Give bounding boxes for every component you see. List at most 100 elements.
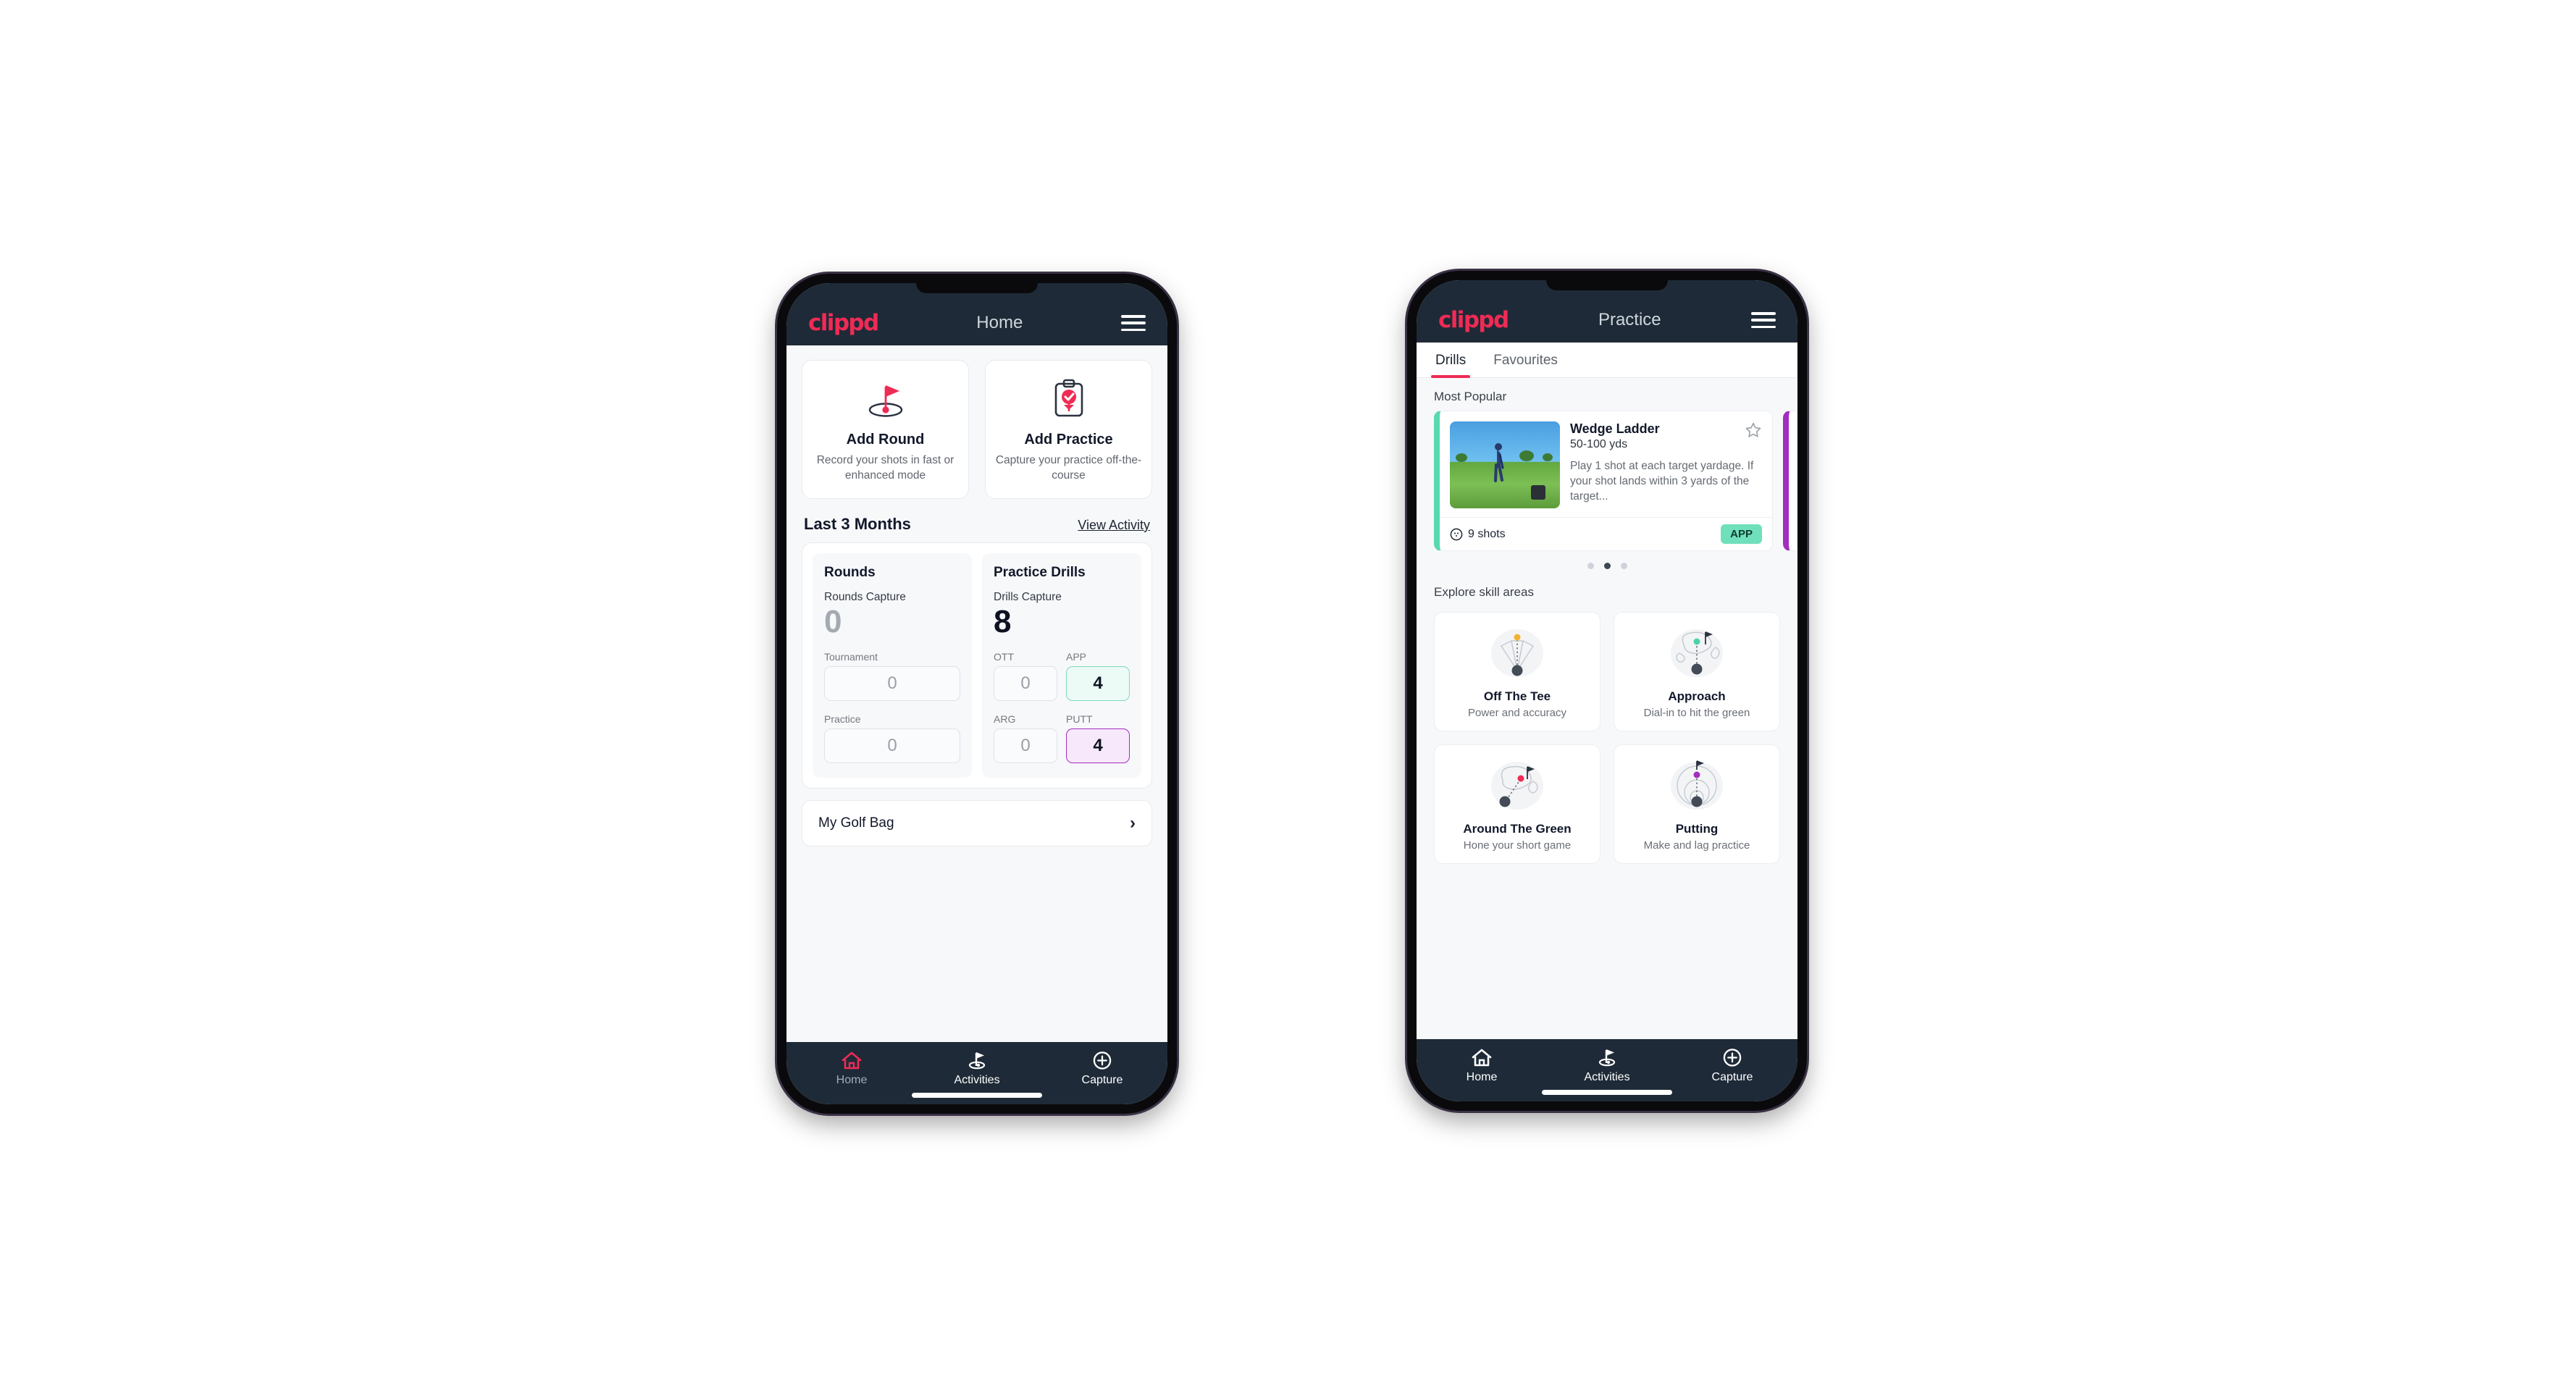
nav-home[interactable]: Home <box>1438 1048 1525 1084</box>
home-icon <box>842 1051 862 1070</box>
my-golf-bag-row[interactable]: My Golf Bag › <box>802 800 1152 847</box>
drill-shots: 9 shots <box>1450 528 1506 541</box>
home-icon <box>1472 1049 1492 1067</box>
nav-capture[interactable]: Capture <box>1059 1051 1146 1087</box>
home-indicator-bar <box>912 1093 1042 1098</box>
device-notch <box>1546 280 1668 290</box>
tournament-field: Tournament 0 <box>824 651 960 702</box>
quick-actions-row: Add Round Record your shots in fast or e… <box>786 345 1167 499</box>
hamburger-menu-icon[interactable] <box>1751 312 1776 328</box>
nav-capture-label: Capture <box>1711 1071 1753 1083</box>
star-outline-icon[interactable] <box>1745 421 1762 439</box>
hamburger-menu-icon[interactable] <box>1120 315 1146 331</box>
plus-circle-icon <box>1093 1051 1112 1070</box>
rounds-capture-label: Rounds Capture <box>824 591 906 603</box>
nav-home[interactable]: Home <box>808 1051 895 1087</box>
skill-card-off-the-tee[interactable]: Off The Tee Power and accuracy <box>1434 612 1600 731</box>
putt-field: PUTT 4 <box>1066 713 1130 764</box>
explore-skill-areas-label: Explore skill areas <box>1434 585 1534 599</box>
golf-flag-icon <box>968 1052 986 1070</box>
practice-drills-column: Practice Drills Drills Capture 8 OTT 0 A… <box>982 553 1141 778</box>
skill-areas-grid: Off The Tee Power and accuracy Approach … <box>1417 606 1797 864</box>
drill-card[interactable]: Wedge Ladder 50-100 yds Play 1 shot at e… <box>1434 411 1773 551</box>
practice-value[interactable]: 0 <box>824 728 960 764</box>
add-practice-title: Add Practice <box>1024 432 1113 448</box>
drill-info: Wedge Ladder 50-100 yds Play 1 shot at e… <box>1570 421 1762 508</box>
nav-home-label: Home <box>1466 1071 1498 1083</box>
add-round-title: Add Round <box>846 432 925 448</box>
skill-subtitle: Dial-in to hit the green <box>1643 707 1750 719</box>
home-indicator-bar <box>1542 1090 1672 1095</box>
practice-label: Practice <box>824 713 861 726</box>
arg-value[interactable]: 0 <box>994 728 1057 764</box>
drill-fields-row-2: ARG 0 PUTT 4 <box>994 713 1130 764</box>
drill-carousel[interactable]: Wedge Ladder 50-100 yds Play 1 shot at e… <box>1417 411 1797 551</box>
putt-value[interactable]: 4 <box>1066 728 1130 764</box>
practice-screen: clippd Practice Drills Favourites Most P… <box>1417 280 1797 1101</box>
drills-capture-value: 8 <box>994 604 1012 639</box>
most-popular-label: Most Popular <box>1434 390 1507 403</box>
chevron-right-icon: › <box>1130 813 1136 833</box>
practice-bottom-nav: Home Activities Capture <box>1417 1039 1797 1101</box>
tournament-label: Tournament <box>824 651 878 663</box>
drill-card-footer: 9 shots APP <box>1440 517 1772 550</box>
clippd-logo: clippd <box>1438 307 1509 333</box>
page-title: Practice <box>1598 310 1661 329</box>
app-value[interactable]: 4 <box>1066 666 1130 702</box>
carousel-dot-active[interactable] <box>1603 563 1611 569</box>
nav-activities-label: Activities <box>1584 1071 1630 1083</box>
ott-label: OTT <box>994 651 1014 663</box>
drill-shots-label: 9 shots <box>1468 527 1506 540</box>
nav-capture-label: Capture <box>1081 1074 1123 1086</box>
skill-card-approach[interactable]: Approach Dial-in to hit the green <box>1614 612 1780 731</box>
home-bottom-nav: Home Activities Capture <box>786 1042 1167 1104</box>
arg-label: ARG <box>994 713 1016 726</box>
add-practice-subtitle: Capture your practice off-the-course <box>995 454 1142 482</box>
nav-activities[interactable]: Activities <box>1564 1048 1650 1084</box>
skill-name: Approach <box>1668 689 1726 703</box>
nav-activities[interactable]: Activities <box>934 1051 1020 1087</box>
app-field: APP 4 <box>1066 651 1130 702</box>
add-practice-card[interactable]: Add Practice Capture your practice off-t… <box>985 360 1152 499</box>
drill-thumbnail <box>1450 421 1560 508</box>
tournament-value[interactable]: 0 <box>824 666 960 702</box>
add-round-card[interactable]: Add Round Record your shots in fast or e… <box>802 360 969 499</box>
drills-capture-label: Drills Capture <box>994 591 1062 603</box>
skill-subtitle: Power and accuracy <box>1468 707 1566 719</box>
drill-title: Wedge Ladder <box>1570 421 1660 436</box>
skill-name: Putting <box>1675 822 1719 836</box>
skill-name: Off The Tee <box>1483 689 1551 703</box>
next-drill-card-peek[interactable] <box>1783 411 1797 551</box>
nav-capture[interactable]: Capture <box>1689 1048 1776 1084</box>
golf-bag-in-photo <box>1531 485 1545 500</box>
home-body: Add Round Record your shots in fast or e… <box>786 345 1167 1042</box>
stats-card: Rounds Rounds Capture 0 Tournament 0 Pra… <box>802 542 1152 789</box>
my-golf-bag-label: My Golf Bag <box>818 815 894 831</box>
ott-value[interactable]: 0 <box>994 666 1057 702</box>
practice-field: Practice 0 <box>824 713 960 764</box>
skill-card-around-the-green[interactable]: Around The Green Hone your short game <box>1434 744 1600 864</box>
app-label: APP <box>1066 651 1087 663</box>
drills-heading: Practice Drills <box>994 565 1086 580</box>
add-round-subtitle: Record your shots in fast or enhanced mo… <box>816 454 955 482</box>
drill-card-top: Wedge Ladder 50-100 yds Play 1 shot at e… <box>1440 411 1772 517</box>
arg-field: ARG 0 <box>994 713 1057 764</box>
device-notch <box>916 283 1038 293</box>
drill-fields-row-1: OTT 0 APP 4 <box>994 651 1130 702</box>
section-title: Last 3 Months <box>804 515 911 533</box>
carousel-dots[interactable] <box>1417 551 1797 574</box>
rounds-heading: Rounds <box>824 565 876 580</box>
tab-drills[interactable]: Drills <box>1430 343 1471 378</box>
skill-card-putting[interactable]: Putting Make and lag practice <box>1614 744 1780 864</box>
skill-subtitle: Make and lag practice <box>1643 839 1750 852</box>
drill-skill-badge: APP <box>1721 524 1762 544</box>
tab-favourites[interactable]: Favourites <box>1492 343 1559 377</box>
phone-mockup-home: clippd Home Add Round Record your shots … <box>777 274 1177 1114</box>
carousel-dot[interactable] <box>1620 563 1627 569</box>
clippd-logo: clippd <box>808 310 879 336</box>
nav-home-label: Home <box>836 1074 868 1086</box>
green-approach-icon <box>1671 629 1723 677</box>
view-activity-link[interactable]: View Activity <box>1078 518 1150 533</box>
carousel-dot[interactable] <box>1587 563 1594 569</box>
page-title: Home <box>976 313 1023 332</box>
